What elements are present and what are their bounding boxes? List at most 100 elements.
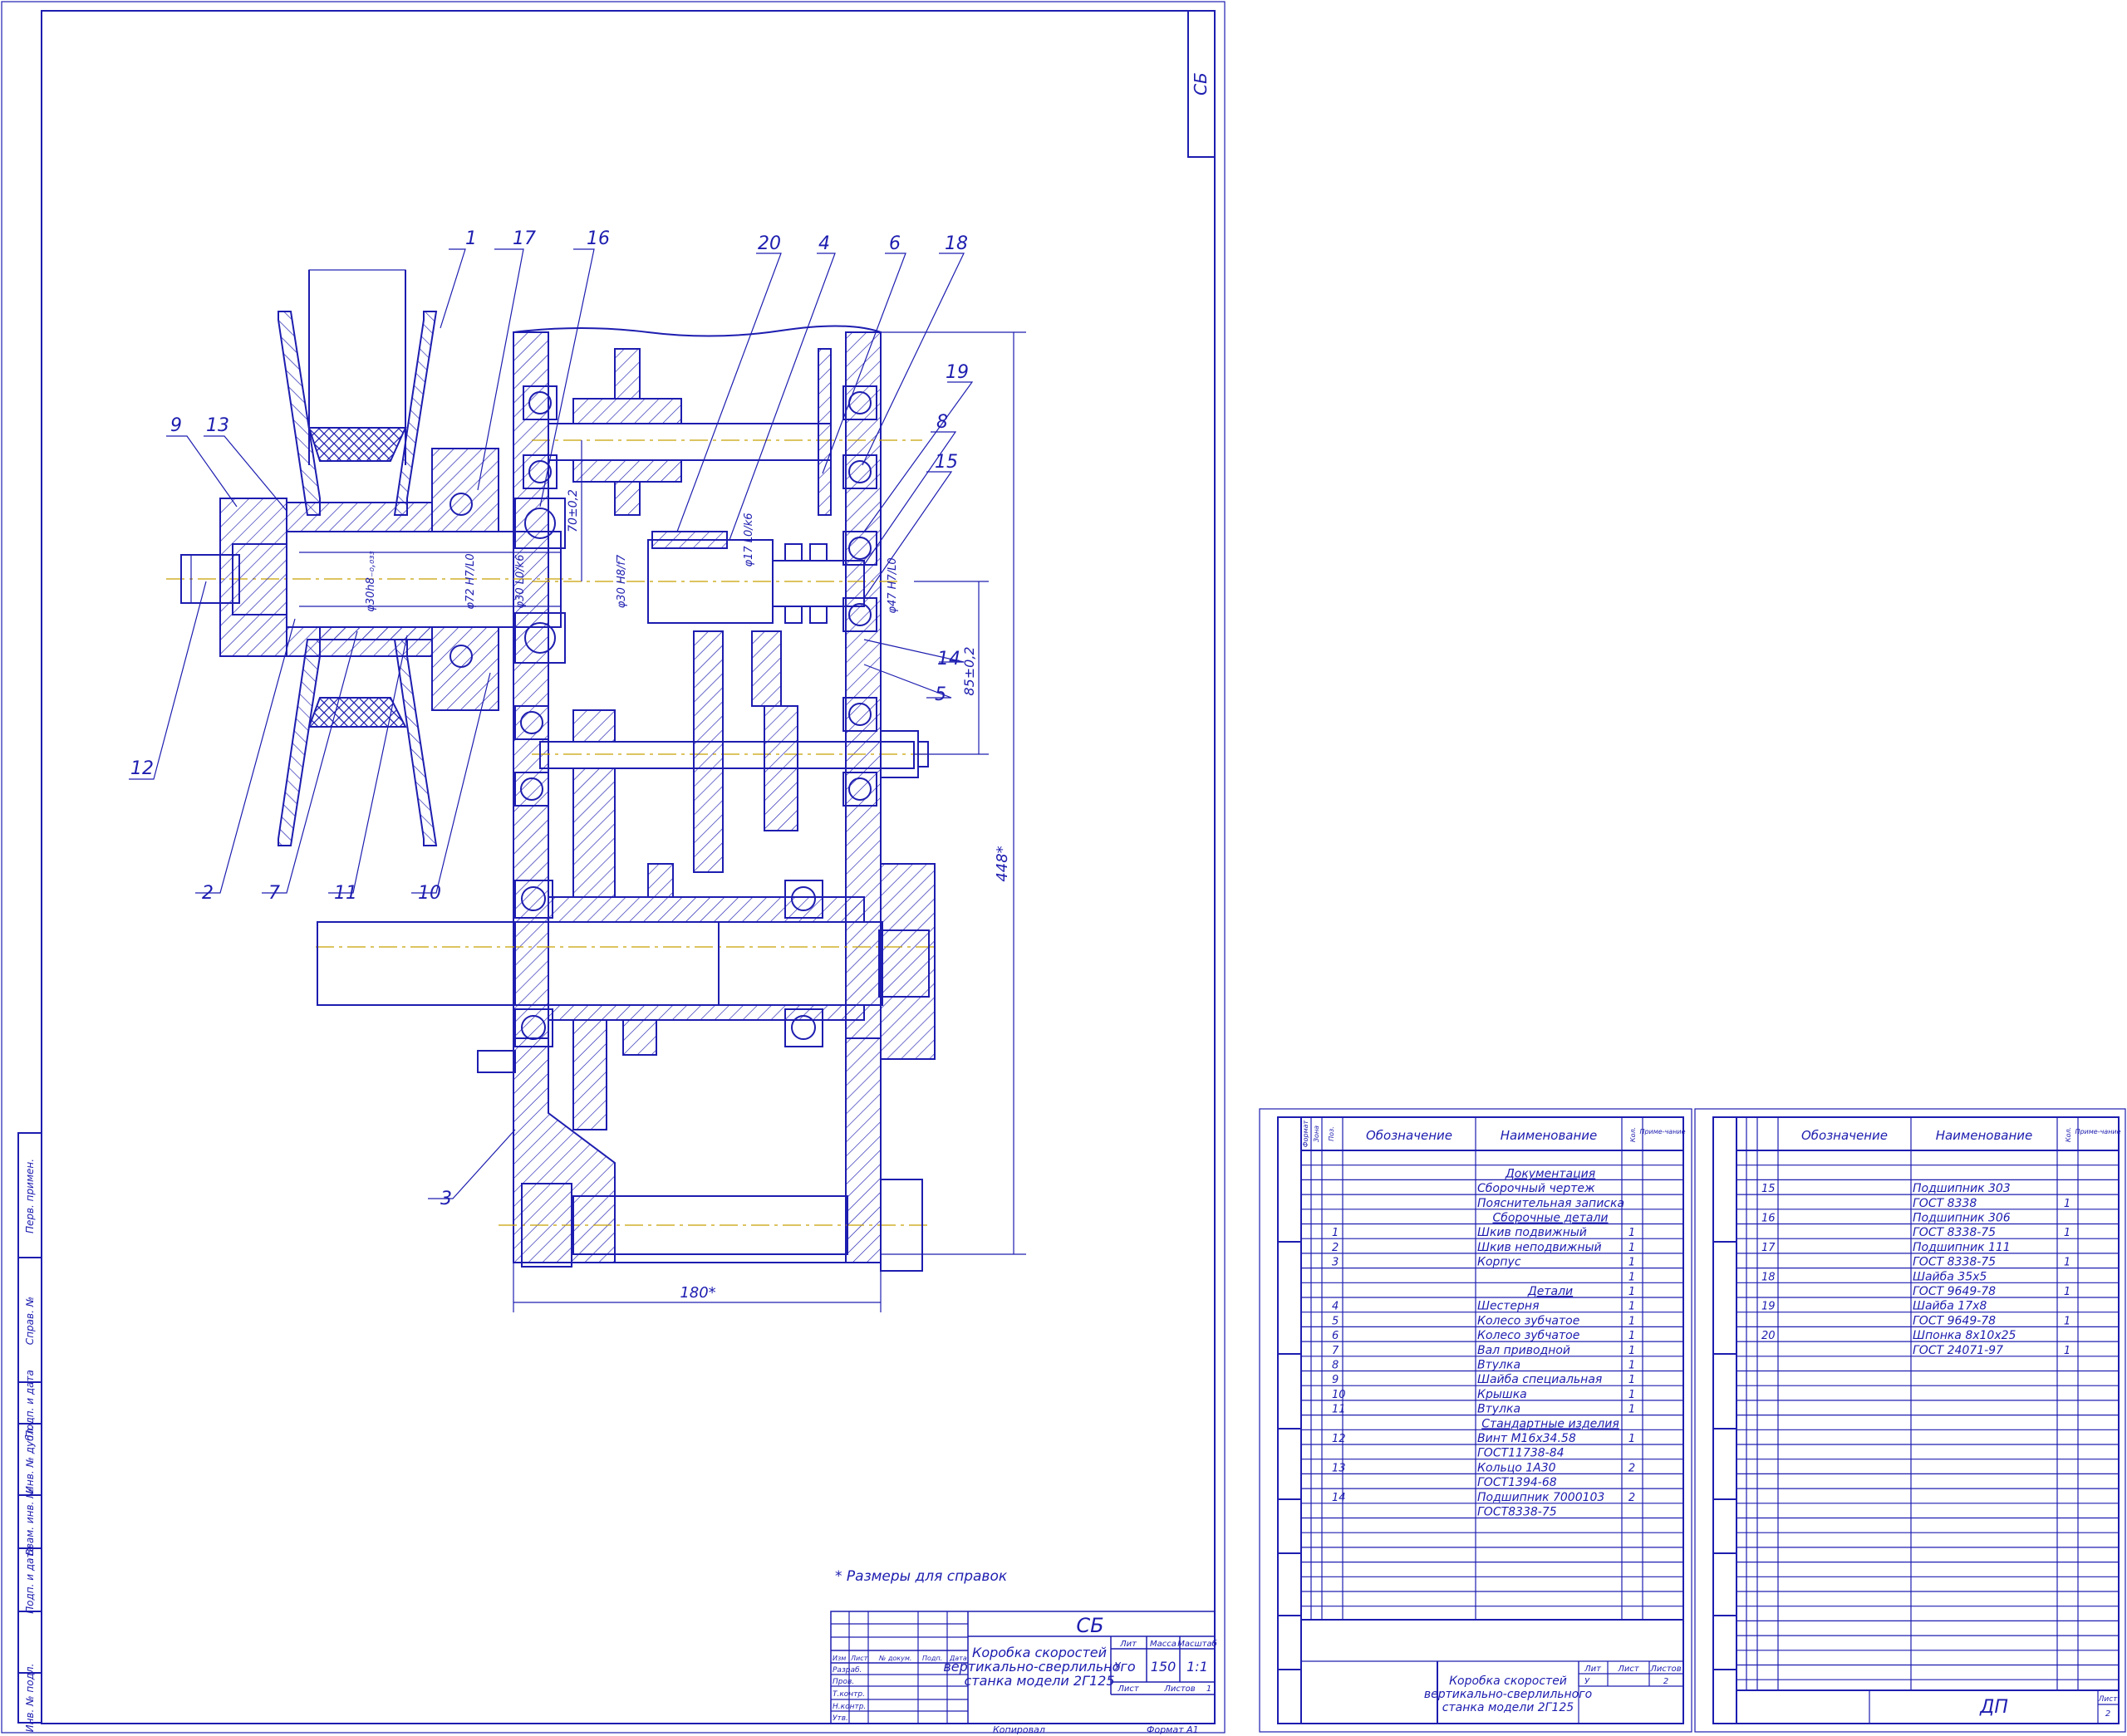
spec1-qty: 2: [1628, 1492, 1635, 1504]
spec2-header-name: Наименование: [1936, 1128, 2033, 1143]
spec1-name: Стандартные изделия: [1481, 1417, 1619, 1430]
spec1-name: ГОСТ11738-84: [1477, 1447, 1565, 1460]
spec1-name: Шайба специальная: [1477, 1373, 1602, 1386]
title-line-3: станка модели 2Г125: [964, 1673, 1114, 1689]
spec1-pos: 4: [1332, 1301, 1339, 1313]
spec1-qty: 1: [1628, 1389, 1635, 1401]
row-nkontr: Н.контр.: [833, 1703, 866, 1711]
col-date: Дата: [949, 1655, 967, 1662]
spec1-pos: 12: [1332, 1433, 1346, 1445]
spec1-pos: 11: [1332, 1404, 1346, 1416]
side-stamp-7: Инв. № подл.: [24, 1664, 36, 1733]
side-stamp-5: Взам. инв. №: [24, 1488, 36, 1555]
spec1-name: Втулка: [1477, 1359, 1520, 1372]
spec-sheet-1-headers: Формат Зона Поз. Обозначение Наименовани…: [1302, 1120, 1686, 1147]
spec1-qty: 2: [1628, 1462, 1635, 1474]
drawing-sheet: СБ Перв. примен. Справ. № Подп. и дата И…: [0, 0, 2127, 1736]
part-label-15: 15: [935, 452, 958, 473]
spec1-stamp-lit-value: У: [1584, 1677, 1590, 1686]
spec2-pos: 18: [1761, 1271, 1776, 1283]
scale-value: 1:1: [1186, 1659, 1208, 1675]
spec1-qty: 1: [1628, 1242, 1635, 1254]
spec1-qty: 1: [1628, 1301, 1635, 1313]
spec1-name: Детали: [1527, 1285, 1573, 1298]
spec1-stamp-line-2: вертикально-сверлильного: [1424, 1688, 1592, 1701]
part-label-20: 20: [758, 233, 781, 254]
fit-72: φ72 H7/L0: [464, 553, 477, 609]
col-izm: Изм: [833, 1655, 846, 1662]
spec1-name: Кольцо 1А30: [1477, 1461, 1556, 1474]
spec2-name: ГОСТ 9649-78: [1913, 1285, 1996, 1298]
spec1-qty: 1: [1628, 1404, 1635, 1416]
spec1-pos: 10: [1332, 1389, 1346, 1401]
spec2-stamp-code: ДП: [1979, 1697, 2008, 1718]
spec1-header-oboz: Обозначение: [1366, 1128, 1452, 1143]
dim-70: 70±0,2: [567, 489, 580, 532]
spec1-header-qty: Кол.: [1629, 1127, 1637, 1142]
spec1-name: Крышка: [1477, 1388, 1527, 1401]
spec1-stamp-line-3: станка модели 2Г125: [1442, 1701, 1574, 1714]
spec1-stamp-list: Лист: [1617, 1665, 1640, 1674]
scale-label: Масштаб: [1177, 1639, 1217, 1649]
spec1-name: ГОСТ8338-75: [1477, 1506, 1557, 1519]
lit-value: У: [1114, 1660, 1121, 1672]
part-label-11: 11: [334, 883, 357, 904]
part-label-19: 19: [946, 362, 969, 383]
spec2-header-oboz: Обозначение: [1801, 1128, 1888, 1143]
row-prov: Пров.: [833, 1678, 854, 1686]
part-label-18: 18: [945, 233, 968, 254]
part-label-12: 12: [130, 758, 154, 779]
spec-sheet-1-frame: [1259, 1108, 1692, 1733]
spec2-qty: 1: [2064, 1227, 2071, 1239]
part-label-8: 8: [936, 412, 948, 433]
col-list: Лист: [850, 1655, 868, 1662]
spec-sheet-2-headers: Обозначение Наименование Кол. Приме-чани…: [1801, 1127, 2121, 1143]
part-label-6: 6: [889, 233, 901, 254]
spec-sheet-2-frame: [1694, 1108, 2126, 1733]
copied-label: Копировал: [993, 1724, 1045, 1735]
spec1-name: Пояснительная записка: [1477, 1197, 1624, 1210]
top-tag: СБ: [1191, 72, 1211, 96]
spec1-name: ГОСТ1394-68: [1477, 1476, 1557, 1489]
spec1-qty: 1: [1628, 1374, 1635, 1386]
spec1-name: Колесо зубчатое: [1477, 1314, 1579, 1327]
spec1-header-zone: Зона: [1313, 1125, 1320, 1142]
spec-sheet-1-stamp: Коробка скоростей вертикально-сверлильно…: [1424, 1665, 1682, 1714]
gearbox-section-view: [166, 269, 936, 1272]
spec1-name: Шкив подвижный: [1477, 1226, 1587, 1239]
part-label-7: 7: [268, 883, 280, 904]
mass-value: 150: [1151, 1659, 1176, 1675]
spec1-header-format: Формат: [1302, 1120, 1309, 1147]
spec1-pos: 5: [1332, 1315, 1339, 1327]
col-podp: Подп.: [922, 1655, 942, 1662]
spec-sheet-2-stamp: ДП Лист 2: [1979, 1695, 2118, 1719]
spec2-stamp-list-value: 2: [2105, 1709, 2110, 1719]
spec1-qty: 1: [1628, 1360, 1635, 1372]
spec1-name: Колесо зубчатое: [1477, 1329, 1579, 1342]
spec2-pos: 17: [1761, 1242, 1776, 1254]
spec2-pos: 15: [1761, 1183, 1776, 1195]
part-label-9: 9: [170, 415, 182, 436]
part-label-4: 4: [818, 233, 830, 254]
spec1-qty: 1: [1628, 1227, 1635, 1239]
spec2-name: Подшипник 303: [1913, 1182, 2011, 1195]
spec2-header-qty: Кол.: [2065, 1127, 2072, 1142]
spec1-name: Сборочный чертеж: [1477, 1182, 1595, 1195]
spec2-qty: 1: [2064, 1286, 2071, 1298]
spec1-qty: 1: [1628, 1345, 1635, 1357]
spec2-name: ГОСТ 24071-97: [1913, 1344, 2003, 1357]
spec1-name: Документация: [1505, 1167, 1595, 1180]
title-code: СБ: [1076, 1614, 1103, 1637]
spec1-qty: 1: [1628, 1271, 1635, 1283]
spec1-pos: 3: [1332, 1257, 1339, 1269]
spec2-name: ГОСТ 8338-75: [1913, 1256, 1996, 1269]
sheets-label: Листов: [1163, 1685, 1195, 1694]
spec1-stamp-lit: Лит: [1584, 1665, 1602, 1674]
spec-sheet-2-table: 15 Подшипник 303 ГОСТ 8338 1 16 Подшипник 306…: [1736, 1150, 2119, 1680]
part-label-14: 14: [937, 649, 960, 669]
spec2-qty: 1: [2064, 1315, 2071, 1327]
mass-label: Масса: [1150, 1640, 1176, 1649]
spec2-pos: 20: [1761, 1330, 1776, 1342]
side-stamp-2: Справ. №: [24, 1297, 36, 1345]
spec1-pos: 1: [1332, 1227, 1339, 1239]
